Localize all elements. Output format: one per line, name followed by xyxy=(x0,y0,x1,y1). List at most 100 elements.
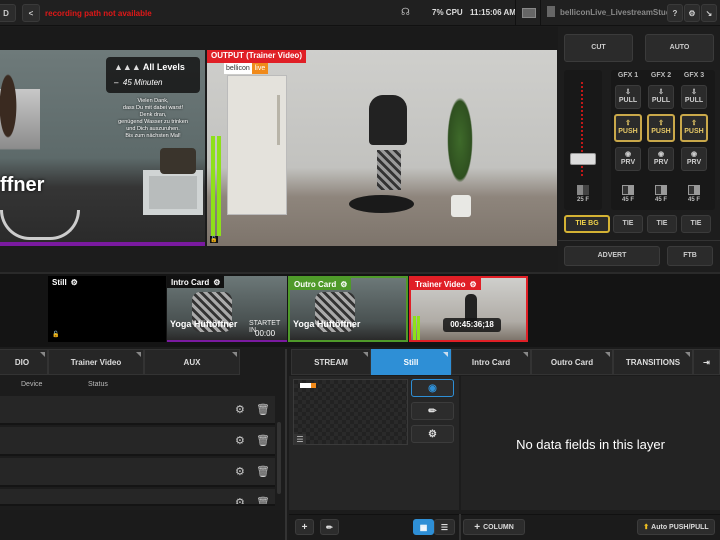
gfx2-tie-button[interactable]: TIE xyxy=(647,215,677,233)
gfx3-tie-button[interactable]: TIE xyxy=(681,215,711,233)
gfx2-push-button[interactable]: ⇧ PUSH xyxy=(647,114,675,142)
push-label: PUSH xyxy=(618,128,638,135)
share-button[interactable]: < xyxy=(22,4,40,22)
auto-button[interactable]: AUTO xyxy=(645,34,714,62)
settings-button[interactable]: ⚙ xyxy=(684,4,700,22)
document-name[interactable]: belliconLive_LivestreamStudi... xyxy=(560,8,680,17)
frames-label: 45 F xyxy=(621,197,634,203)
audio-meter-right xyxy=(217,136,221,236)
help-button[interactable]: ? xyxy=(667,4,683,22)
gfx1-push-button[interactable]: ⇧ PUSH xyxy=(614,114,642,142)
shot-name: Still xyxy=(52,277,67,287)
gfx2-pull-button[interactable]: ⇩ PULL xyxy=(648,85,674,109)
program-monitor[interactable]: 🔓 xyxy=(207,50,557,246)
tab-scroll-button[interactable]: ⇥ xyxy=(693,349,720,375)
gfx2-label: GFX 2 xyxy=(650,72,672,79)
gfx3-push-button[interactable]: ⇧ PUSH xyxy=(680,114,708,142)
frames-label: 45 F xyxy=(654,197,667,203)
gfx3-pull-button[interactable]: ⇩ PULL xyxy=(681,85,707,109)
plus-icon: + xyxy=(474,521,481,533)
thank-you-message: Vielen Dank, dass Du mit dabei warst! De… xyxy=(112,98,194,140)
gear-icon[interactable]: ⚙ xyxy=(340,280,347,289)
panel-splitter[interactable] xyxy=(285,349,287,540)
headphones-icon[interactable]: ☊ xyxy=(401,7,410,18)
visibility-button[interactable]: ◉ xyxy=(411,379,454,397)
trash-icon[interactable]: 🗑 xyxy=(256,465,270,478)
auto-push-pull-button[interactable]: ⬆ Auto PUSH/PULL xyxy=(637,519,715,535)
shot-label: Outro Card ⚙ xyxy=(290,278,352,290)
audio-meter xyxy=(413,316,416,340)
gfx1-pull-button[interactable]: ⇩ PULL xyxy=(615,85,641,109)
gear-icon[interactable]: ⚙ xyxy=(235,434,245,447)
tab-trainer-video[interactable]: Trainer Video xyxy=(48,349,144,375)
shot-label: Intro Card ⚙ xyxy=(167,276,225,288)
list-view-button[interactable]: ☰ xyxy=(434,519,455,535)
tab-stream[interactable]: STREAM xyxy=(291,349,371,375)
gear-icon[interactable]: ⚙ xyxy=(235,465,245,478)
gear-icon[interactable]: ⚙ xyxy=(213,278,220,287)
device-row[interactable]: ⚙ 🗑 xyxy=(0,458,275,487)
gfx1-preview-button[interactable]: ◉ PRV xyxy=(615,147,641,171)
gear-icon[interactable]: ⚙ xyxy=(71,278,78,287)
tab-audio[interactable]: DIO xyxy=(0,349,48,375)
tab-aux[interactable]: AUX xyxy=(144,349,240,375)
trash-icon[interactable]: 🗑 xyxy=(256,496,270,504)
tab-label: TRANSITIONS xyxy=(625,357,681,367)
prv-label: PRV xyxy=(620,159,636,166)
add-layer-button[interactable]: + xyxy=(295,519,314,535)
gear-icon[interactable]: ⚙ xyxy=(235,496,245,504)
plant-image xyxy=(445,90,475,190)
tie-bg-button[interactable]: TIE BG xyxy=(564,215,610,233)
scrollbar[interactable] xyxy=(277,422,281,494)
shot-trainer-video[interactable]: Trainer Video ⚙ 00:45:36;18 xyxy=(409,276,528,342)
toggle-icon: ◉ xyxy=(624,151,632,159)
start-time: 00:00 xyxy=(255,329,276,338)
gfx3-preview-button[interactable]: ◉ PRV xyxy=(681,147,707,171)
device-row[interactable]: ⚙ 🗑 xyxy=(0,396,275,425)
shot-intro-card[interactable]: Intro Card ⚙ Yoga Hüftöffner STARTET IN 0… xyxy=(167,276,287,342)
layer-settings-button[interactable]: ⚙ xyxy=(411,425,454,443)
gfx1-duration[interactable]: 45 F xyxy=(615,180,641,208)
tie-label: TIE xyxy=(656,220,668,228)
gfx1-tie-button[interactable]: TIE xyxy=(613,215,643,233)
trash-icon[interactable]: 🗑 xyxy=(256,403,270,416)
record-button[interactable]: D xyxy=(0,4,16,22)
logo-thumbnail xyxy=(300,383,316,388)
tab-intro-card[interactable]: Intro Card xyxy=(451,349,531,375)
lock-icon[interactable]: 🔓 xyxy=(210,236,218,243)
device-row[interactable]: ⚙ 🗑 xyxy=(0,489,275,506)
add-column-button[interactable]: + COLUMN xyxy=(463,519,525,535)
tab-transitions[interactable]: TRANSITIONS xyxy=(613,349,693,375)
shot-still[interactable]: Still ⚙ 🔓 xyxy=(48,276,166,342)
device-row[interactable]: ⚙ 🗑 xyxy=(0,427,275,456)
layer-thumbnail[interactable]: ☰ xyxy=(293,379,408,445)
gfx2-duration[interactable]: 45 F xyxy=(648,180,674,208)
grid-view-button[interactable]: ▦ xyxy=(413,519,434,535)
lock-icon[interactable]: 🔓 xyxy=(52,331,59,338)
tab-still[interactable]: Still xyxy=(371,349,451,375)
cut-button[interactable]: CUT xyxy=(564,34,633,62)
bg-transition-duration[interactable]: 25 F xyxy=(564,180,602,208)
tab-outro-card[interactable]: Outro Card xyxy=(531,349,613,375)
edit-layer-button[interactable]: ✏ xyxy=(411,402,454,420)
t-bar-handle[interactable] xyxy=(570,153,596,165)
gear-icon[interactable]: ⚙ xyxy=(235,403,245,416)
gfx2-preview-button[interactable]: ◉ PRV xyxy=(648,147,674,171)
ftb-button[interactable]: FTB xyxy=(667,246,713,266)
edit-button[interactable]: ✏ xyxy=(320,519,339,535)
divider xyxy=(540,0,541,26)
gfx3-duration[interactable]: 45 F xyxy=(681,180,707,208)
gear-icon[interactable]: ⚙ xyxy=(470,280,477,289)
logo-badge: live xyxy=(251,63,269,74)
shot-outro-card[interactable]: Outro Card ⚙ Yoga Hüftöffner xyxy=(288,276,408,342)
collapse-button[interactable]: ↘ xyxy=(701,4,717,22)
advert-button[interactable]: ADVERT xyxy=(564,246,660,266)
add-column-label: COLUMN xyxy=(483,523,514,531)
multiview-icon[interactable] xyxy=(522,8,536,18)
list-icon[interactable]: ☰ xyxy=(294,434,306,445)
trash-icon[interactable]: 🗑 xyxy=(256,434,270,447)
tab-label: DIO xyxy=(14,357,30,367)
level-card: ▲▲▲ All Levels – 45 Minuten xyxy=(106,57,200,93)
preview-monitor[interactable]: ▲▲▲ All Levels – 45 Minuten Vielen Dank,… xyxy=(0,50,205,246)
bg-frames-label: 25 F xyxy=(576,197,589,203)
